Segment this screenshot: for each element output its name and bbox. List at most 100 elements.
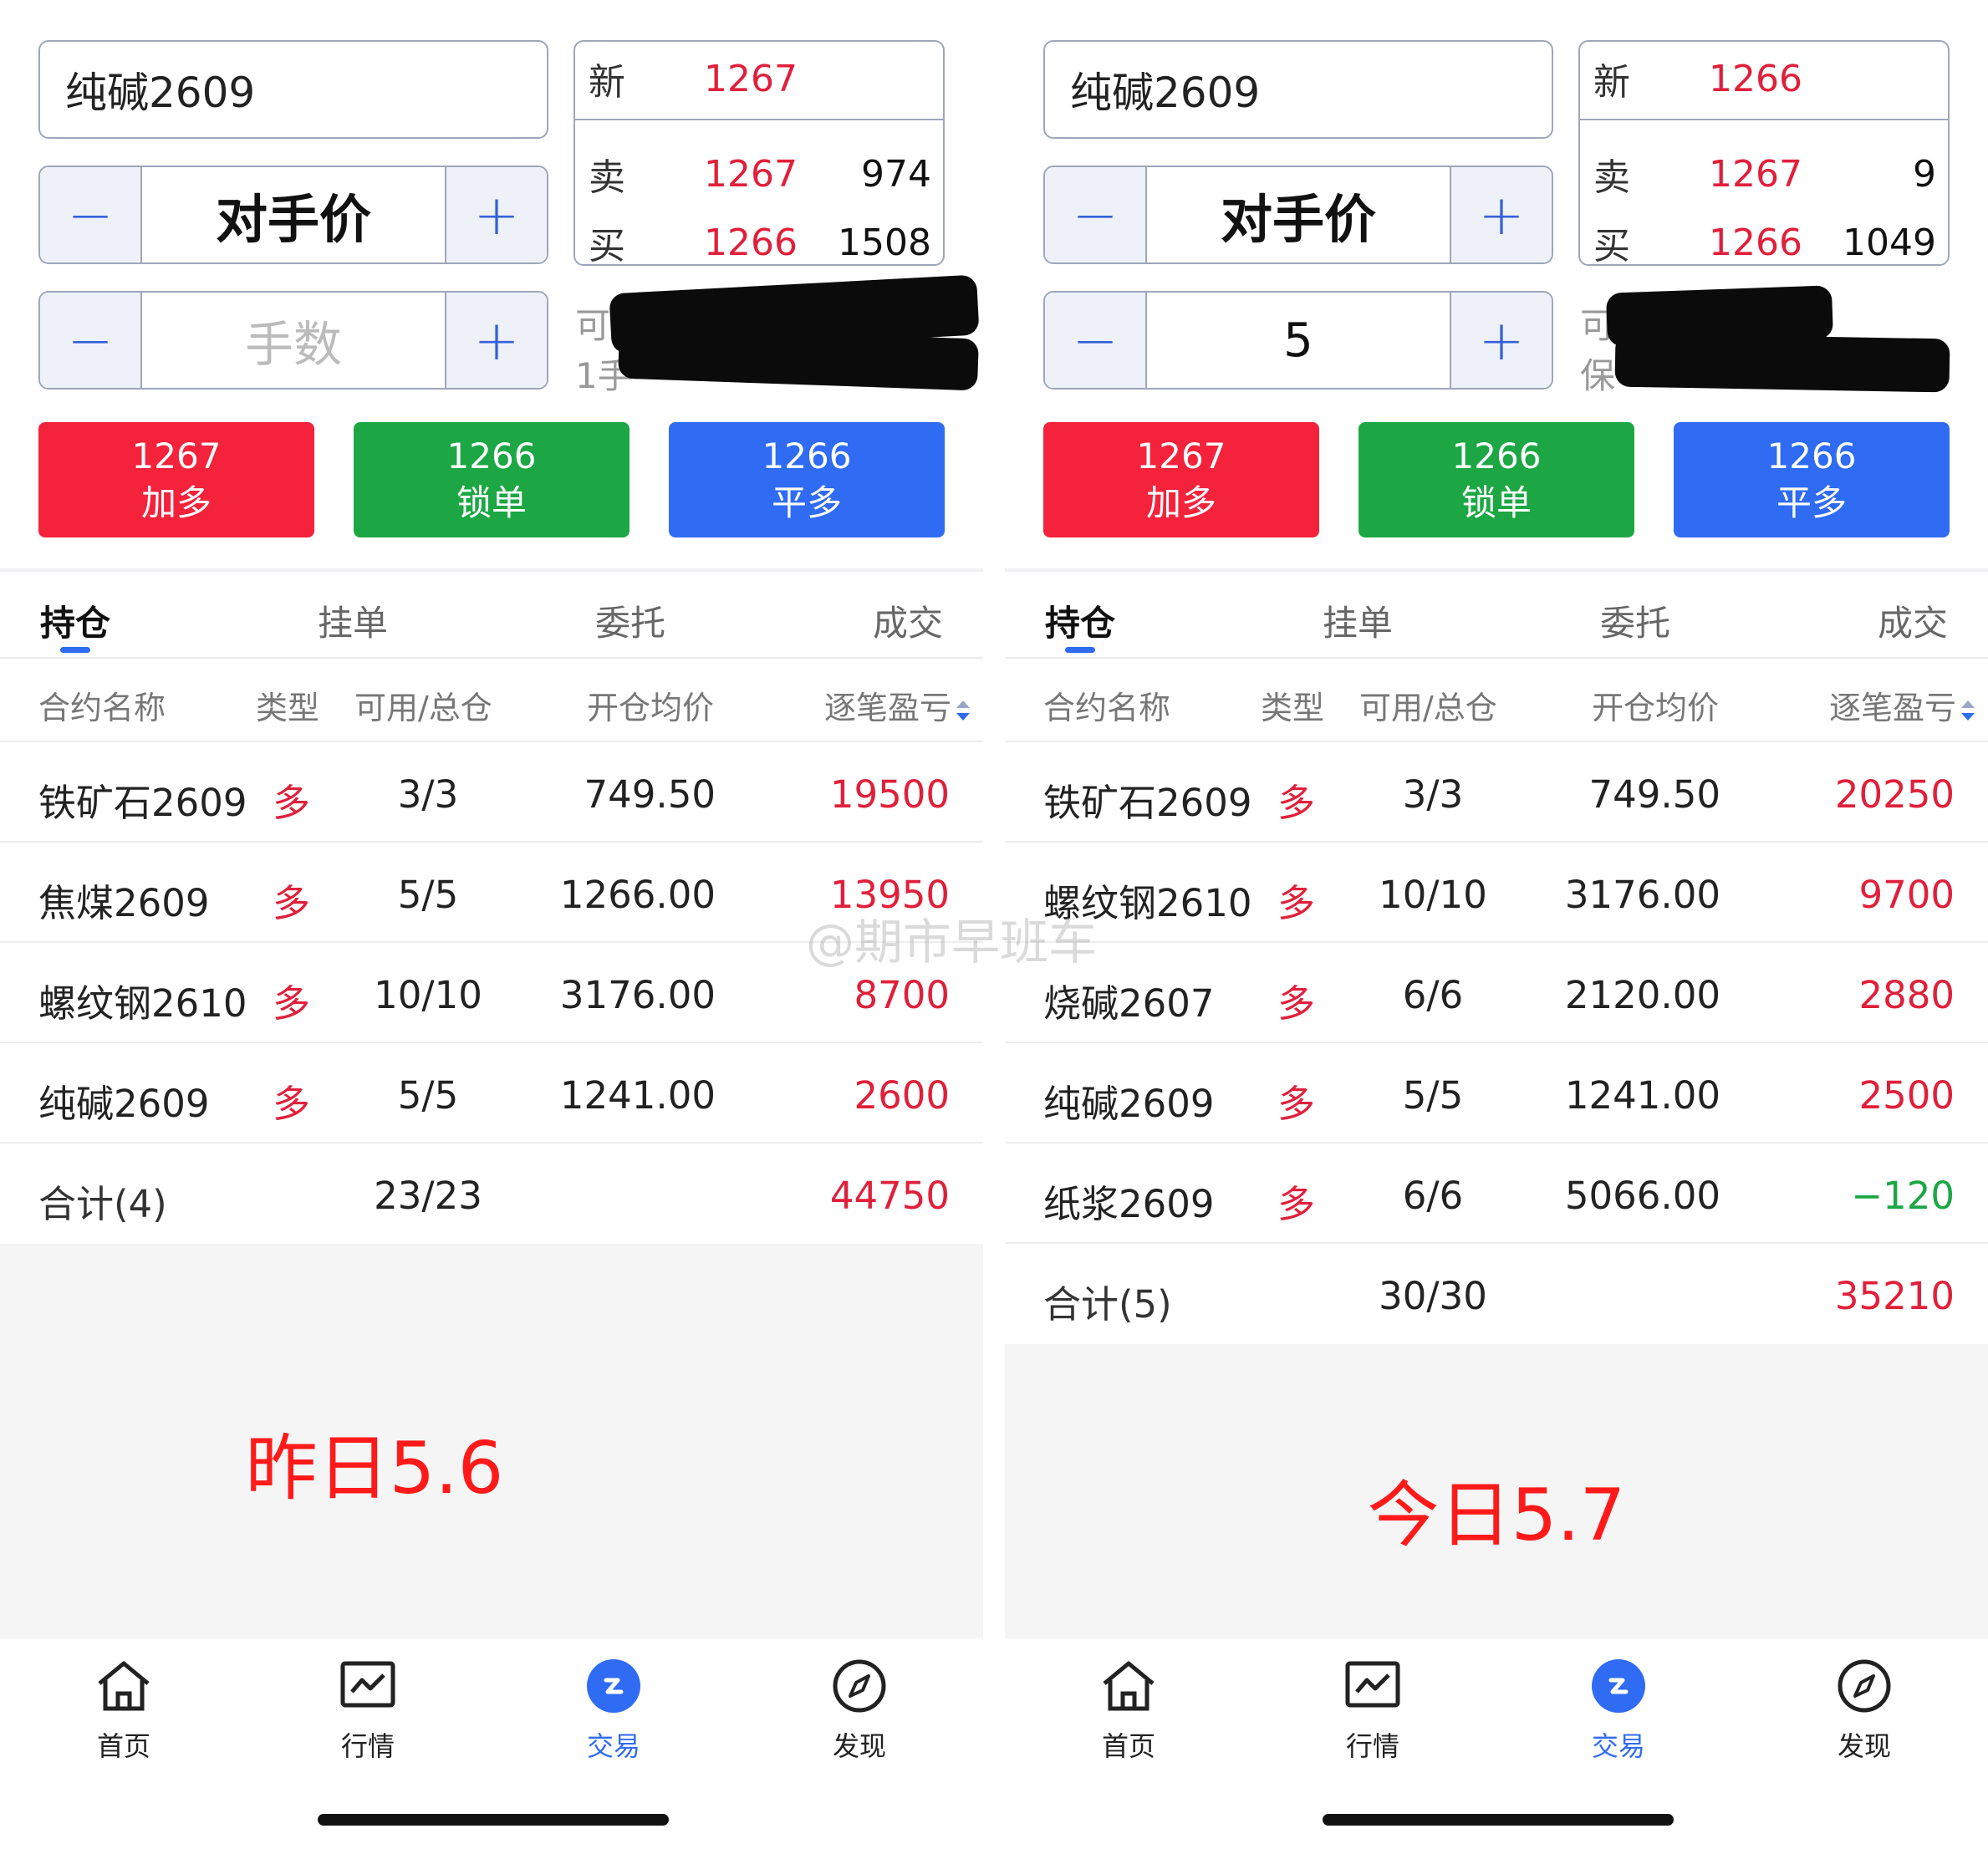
- tab-pending[interactable]: 挂单: [318, 595, 388, 646]
- add-long-button[interactable]: 1267 加多: [1043, 422, 1319, 537]
- price-mode-field[interactable]: 对手价: [140, 167, 446, 262]
- contract-input[interactable]: 纯碱2609: [1043, 40, 1553, 139]
- active-tab-indicator: [1065, 647, 1095, 653]
- total-position: 23/23: [374, 1174, 482, 1218]
- quantity-stepper: − 5 +: [1043, 291, 1553, 390]
- cell-type: 多: [273, 1082, 311, 1126]
- bid-price: 1266: [1709, 221, 1802, 264]
- cell-position: 6/6: [1402, 973, 1464, 1017]
- section-divider: [0, 568, 983, 572]
- quantity-increase-button[interactable]: +: [1451, 293, 1552, 388]
- last-label: 新: [589, 61, 625, 104]
- table-row[interactable]: 纯碱2609 多 5/5 1241.00 2500: [1005, 1042, 1988, 1142]
- tab-trades[interactable]: 成交: [873, 595, 943, 646]
- price-increase-button[interactable]: +: [446, 167, 547, 262]
- cell-avg-price: 1241.00: [1564, 1073, 1720, 1118]
- price-decrease-button[interactable]: −: [40, 167, 140, 262]
- price-mode-field[interactable]: 对手价: [1145, 167, 1451, 262]
- total-row: 合计(5) 30/30 35210: [1005, 1242, 1988, 1342]
- last-price: 1266: [1709, 57, 1802, 100]
- total-pnl: 44750: [829, 1174, 950, 1218]
- total-label: 合计(4): [38, 1182, 167, 1226]
- button-label: 加多: [1145, 482, 1216, 523]
- tab-pending[interactable]: 挂单: [1323, 595, 1393, 646]
- header-pnl[interactable]: 逐笔盈亏: [1829, 682, 1976, 728]
- cell-type: 多: [1277, 1182, 1316, 1226]
- table-row[interactable]: 纸浆2609 多 6/6 5066.00 −120: [1005, 1142, 1988, 1242]
- nav-discover[interactable]: 发现: [793, 1658, 926, 1764]
- header-pnl-label: 逐笔盈亏: [823, 690, 951, 726]
- button-price: 1267: [1136, 436, 1226, 476]
- nav-label: 交易: [586, 1730, 640, 1762]
- quantity-decrease-button[interactable]: −: [1045, 293, 1145, 388]
- tab-orders[interactable]: 委托: [1600, 595, 1670, 646]
- tab-border: [1005, 657, 1988, 659]
- nav-home[interactable]: 首页: [57, 1658, 191, 1764]
- ask-row: 卖 1267 9: [1580, 149, 1948, 200]
- total-pnl: 35210: [1834, 1274, 1955, 1318]
- nav-trade[interactable]: 交易: [1552, 1658, 1685, 1764]
- trade-icon: [1592, 1659, 1645, 1713]
- home-indicator: [1323, 1814, 1674, 1826]
- table-row[interactable]: 纯碱2609 多 5/5 1241.00 2600: [0, 1042, 983, 1142]
- empty-area: 昨日5.6: [0, 1244, 983, 1638]
- cell-contract: 纯碱2609: [38, 1082, 210, 1126]
- cell-contract: 螺纹钢2610: [38, 981, 247, 1026]
- bid-label: 买: [589, 225, 625, 266]
- nav-label: 行情: [340, 1730, 395, 1762]
- header-pnl[interactable]: 逐笔盈亏: [824, 682, 971, 728]
- ask-price: 1267: [1709, 152, 1802, 196]
- lock-button[interactable]: 1266 锁单: [354, 422, 630, 537]
- contract-input[interactable]: 纯碱2609: [38, 40, 548, 139]
- close-long-button[interactable]: 1266 平多: [669, 422, 945, 537]
- last-label: 新: [1593, 61, 1630, 104]
- price-decrease-button[interactable]: −: [1045, 167, 1145, 262]
- quantity-increase-button[interactable]: +: [446, 293, 547, 388]
- sort-icon: [1961, 700, 1975, 721]
- table-row[interactable]: 铁矿石2609 多 3/3 749.50 20250: [1005, 741, 1988, 841]
- nav-home[interactable]: 首页: [1062, 1658, 1195, 1764]
- quantity-input[interactable]: 手数: [140, 293, 446, 388]
- nav-label: 发现: [1837, 1730, 1891, 1762]
- lock-button[interactable]: 1266 锁单: [1358, 422, 1634, 537]
- table-header: 合约名称 类型 可用/总仓 开仓均价 逐笔盈亏: [0, 660, 983, 741]
- table-row[interactable]: 铁矿石2609 多 3/3 749.50 19500: [0, 741, 983, 841]
- button-price: 1267: [131, 436, 222, 476]
- nav-market[interactable]: 行情: [1306, 1658, 1440, 1764]
- quote-box: 新 1266 卖 1267 9 买 1266 1049: [1578, 40, 1950, 266]
- cell-position: 6/6: [1402, 1174, 1464, 1218]
- nav-trade[interactable]: 交易: [547, 1658, 681, 1764]
- close-long-button[interactable]: 1266 平多: [1674, 422, 1950, 537]
- tab-orders[interactable]: 委托: [595, 595, 665, 646]
- cell-avg-price: 5066.00: [1564, 1174, 1720, 1218]
- table-row[interactable]: 螺纹钢2610 多 10/10 3176.00 9700: [1005, 841, 1988, 941]
- cell-type: 多: [1277, 1082, 1316, 1126]
- cell-contract: 铁矿石2609: [1043, 781, 1252, 825]
- table-row[interactable]: 烧碱2607 多 6/6 2120.00 2880: [1005, 941, 1988, 1042]
- quantity-input[interactable]: 5: [1145, 293, 1451, 388]
- tab-trades[interactable]: 成交: [1878, 595, 1948, 646]
- cell-pnl: 2600: [854, 1073, 950, 1118]
- nav-market[interactable]: 行情: [301, 1658, 435, 1764]
- last-price: 1267: [704, 57, 798, 100]
- cell-type: 多: [273, 881, 311, 925]
- cell-contract: 纸浆2609: [1043, 1182, 1215, 1226]
- quote-separator: [575, 119, 943, 120]
- tab-border: [0, 657, 983, 659]
- price-increase-button[interactable]: +: [1451, 167, 1552, 262]
- cell-position: 3/3: [397, 772, 459, 817]
- cell-contract: 焦煤2609: [38, 881, 210, 925]
- total-row: 合计(4) 23/23 44750: [0, 1142, 983, 1242]
- cell-contract: 纯碱2609: [1043, 1082, 1215, 1126]
- tab-positions[interactable]: 持仓: [40, 595, 110, 646]
- add-long-button[interactable]: 1267 加多: [38, 422, 314, 537]
- nav-label: 发现: [832, 1730, 886, 1762]
- cell-avg-price: 749.50: [584, 772, 716, 817]
- nav-discover[interactable]: 发现: [1797, 1658, 1931, 1764]
- button-price: 1266: [762, 436, 852, 476]
- button-label: 平多: [1776, 482, 1847, 523]
- nav-label: 首页: [96, 1730, 150, 1762]
- cell-avg-price: 1266.00: [559, 873, 716, 917]
- quantity-decrease-button[interactable]: −: [40, 293, 140, 388]
- tab-positions[interactable]: 持仓: [1045, 595, 1115, 646]
